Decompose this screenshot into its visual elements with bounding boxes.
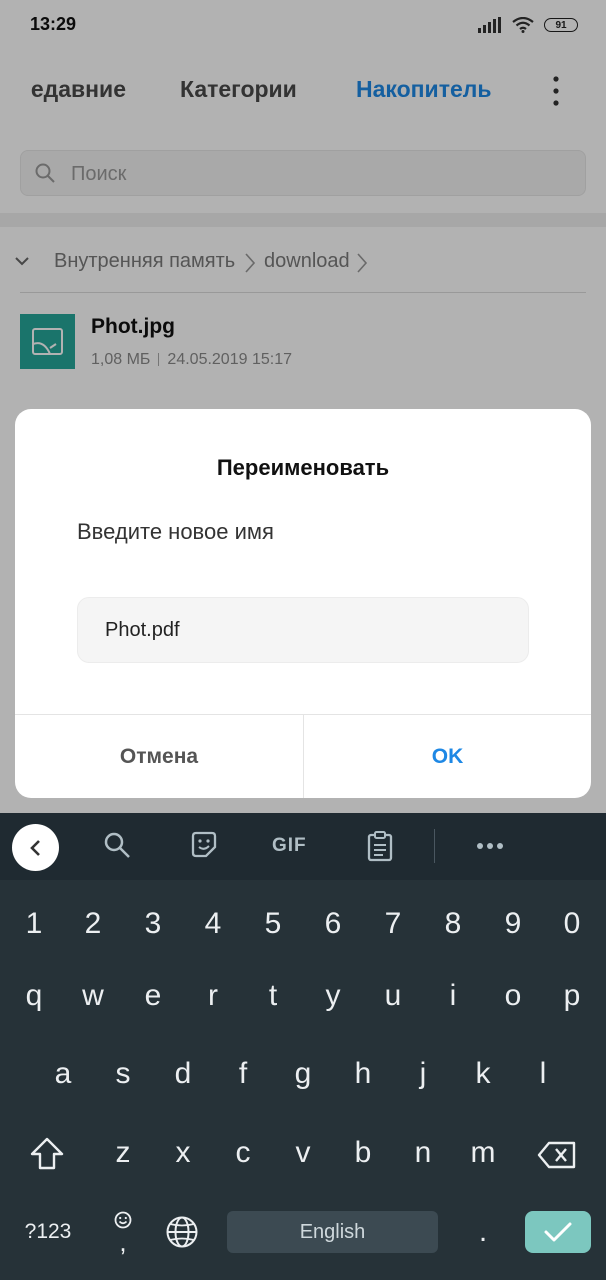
key-6[interactable]: 6 — [305, 904, 361, 944]
keyboard-back-button[interactable] — [12, 824, 59, 871]
keyboard-toolbar: GIF — [0, 813, 606, 880]
key-w[interactable]: w — [65, 976, 121, 1016]
key-k[interactable]: k — [455, 1054, 511, 1094]
key-7[interactable]: 7 — [365, 904, 421, 944]
key-0[interactable]: 0 — [544, 904, 600, 944]
gif-button[interactable]: GIF — [272, 835, 307, 857]
key-v[interactable]: v — [275, 1133, 331, 1173]
dialog-message: Введите новое имя — [77, 519, 274, 544]
key-l[interactable]: l — [515, 1054, 571, 1094]
search-icon[interactable] — [102, 830, 132, 860]
key-1[interactable]: 1 — [6, 904, 62, 944]
key-2[interactable]: 2 — [65, 904, 121, 944]
key-p[interactable]: p — [544, 976, 600, 1016]
key-m[interactable]: m — [455, 1133, 511, 1173]
key-r[interactable]: r — [185, 976, 241, 1016]
key-s[interactable]: s — [95, 1054, 151, 1094]
clipboard-icon[interactable] — [366, 830, 394, 862]
key-d[interactable]: d — [155, 1054, 211, 1094]
key-i[interactable]: i — [425, 976, 481, 1016]
key-5[interactable]: 5 — [245, 904, 301, 944]
rename-dialog: Переименовать Введите новое имя Отмена O… — [15, 409, 591, 798]
key-c[interactable]: c — [215, 1133, 271, 1173]
key-n[interactable]: n — [395, 1133, 451, 1173]
key-e[interactable]: e — [125, 976, 181, 1016]
key-3[interactable]: 3 — [125, 904, 181, 944]
key-q[interactable]: q — [6, 976, 62, 1016]
sticker-icon[interactable] — [189, 830, 219, 860]
key-o[interactable]: o — [485, 976, 541, 1016]
checkmark-icon — [544, 1222, 572, 1242]
key-comma[interactable]: , — [95, 1222, 151, 1262]
key-9[interactable]: 9 — [485, 904, 541, 944]
key-u[interactable]: u — [365, 976, 421, 1016]
key-h[interactable]: h — [335, 1054, 391, 1094]
chevron-left-icon — [29, 839, 40, 856]
key-y[interactable]: y — [305, 976, 361, 1016]
toolbar-separator — [434, 829, 435, 863]
backspace-icon[interactable] — [537, 1140, 577, 1170]
key-b[interactable]: b — [335, 1133, 391, 1173]
enter-key[interactable] — [525, 1211, 591, 1253]
dialog-title: Переименовать — [216, 455, 390, 480]
more-icon[interactable] — [476, 842, 504, 850]
cancel-button[interactable]: Отмена — [15, 715, 303, 798]
rename-input[interactable] — [77, 597, 529, 663]
key-g[interactable]: g — [275, 1054, 331, 1094]
key-z[interactable]: z — [95, 1133, 151, 1173]
shift-icon[interactable] — [29, 1136, 65, 1172]
key-j[interactable]: j — [395, 1054, 451, 1094]
spacebar[interactable]: English — [227, 1211, 438, 1253]
key-x[interactable]: x — [155, 1133, 211, 1173]
keyboard: 1 2 3 4 5 6 7 8 9 0 q w e r t y u i o p … — [0, 880, 606, 1280]
key-a[interactable]: a — [35, 1054, 91, 1094]
key-period[interactable]: . — [455, 1212, 511, 1252]
key-f[interactable]: f — [215, 1054, 271, 1094]
ok-button[interactable]: OK — [304, 715, 591, 798]
key-8[interactable]: 8 — [425, 904, 481, 944]
key-t[interactable]: t — [245, 976, 301, 1016]
symbols-key[interactable]: ?123 — [13, 1212, 83, 1252]
key-4[interactable]: 4 — [185, 904, 241, 944]
globe-icon[interactable] — [165, 1215, 199, 1249]
